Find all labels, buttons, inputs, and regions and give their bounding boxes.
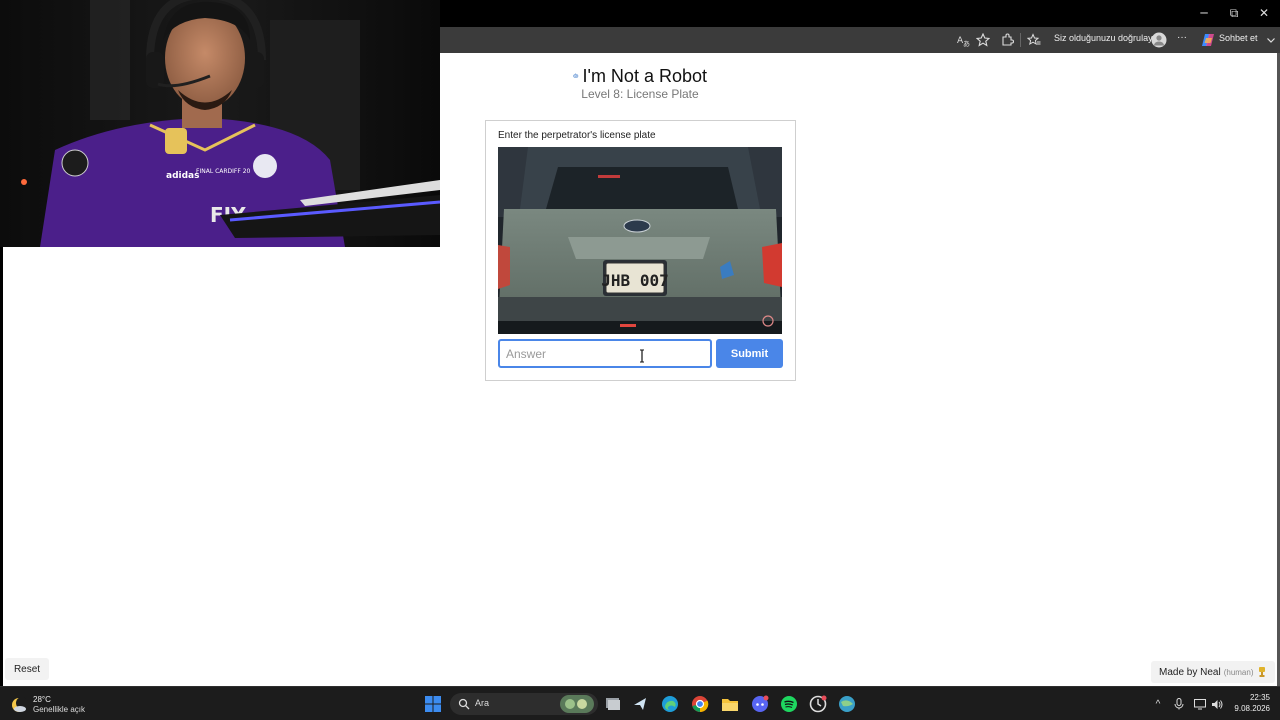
copilot-chat-button[interactable]: Sohbet et: [1219, 33, 1258, 43]
clock-date[interactable]: 9.08.2026: [1228, 704, 1270, 713]
captcha-prompt: Enter the perpetrator's license plate: [498, 130, 656, 141]
weather-temperature: 28°C: [33, 695, 51, 704]
steam-icon[interactable]: [631, 694, 651, 714]
taskbar: 28°C Genellikle açık Ara ^ 22:35 9.08.20…: [0, 686, 1280, 720]
trophy-icon: [1258, 667, 1265, 677]
webcam-overlay: adidas FINAL CARDIFF 20 FIY: [0, 0, 440, 247]
close-button[interactable]: ✕: [1254, 4, 1274, 22]
jersey-brand: adidas: [166, 171, 199, 181]
window-caption-bar: ─ ⧉ ✕: [440, 0, 1280, 27]
svg-text:あ: あ: [963, 40, 970, 47]
credit-author: Made by Neal: [1159, 666, 1221, 678]
windows-start-icon[interactable]: [423, 694, 443, 714]
spotify-icon[interactable]: [779, 694, 799, 714]
profile-avatar[interactable]: [1150, 31, 1168, 49]
answer-input[interactable]: [498, 339, 712, 368]
microphone-icon[interactable]: [1172, 697, 1186, 711]
star-icon[interactable]: [974, 31, 992, 49]
discord-icon[interactable]: [750, 694, 770, 714]
toolbar-separator: [1020, 33, 1021, 47]
search-placeholder: Ara: [475, 698, 490, 708]
tray-chevron-icon[interactable]: ^: [1151, 697, 1165, 711]
extensions-icon[interactable]: [998, 31, 1016, 49]
copilot-icon[interactable]: [1199, 31, 1217, 49]
favorites-icon[interactable]: [1025, 31, 1043, 49]
weather-widget[interactable]: 28°C Genellikle açık: [10, 693, 120, 717]
search-highlight-icon: [560, 695, 594, 713]
screen: ─ ⧉ ✕ Aあ Siz olduğunuzu doğrulayın ··· S…: [0, 0, 1280, 720]
submit-button[interactable]: Submit: [716, 339, 783, 368]
robot-icon: [573, 73, 579, 78]
jersey-patch-text: FINAL CARDIFF 20: [196, 168, 251, 175]
verify-identity-prompt[interactable]: Siz olduğunuzu doğrulayın: [1054, 33, 1160, 43]
chevron-down-icon[interactable]: [1262, 31, 1280, 49]
reset-button[interactable]: Reset: [5, 658, 49, 680]
translate-icon[interactable]: Aあ: [955, 31, 973, 49]
weather-moon-icon: [12, 697, 28, 712]
page-subtitle: Level 8: License Plate: [581, 87, 699, 101]
made-by-credit[interactable]: Made by Neal (human): [1151, 661, 1275, 683]
edge-icon[interactable]: [660, 694, 680, 714]
browser-toolbar: Aあ Siz olduğunuzu doğrulayın ··· Sohbet …: [440, 27, 1280, 53]
app-icon[interactable]: [808, 694, 828, 714]
display-icon[interactable]: [1193, 697, 1207, 711]
speaker-icon[interactable]: [1210, 697, 1224, 711]
license-plate-text: JHB 007: [601, 271, 668, 290]
taskbar-search-box[interactable]: Ara: [450, 693, 598, 715]
text-cursor-icon: [640, 349, 644, 363]
minimize-button[interactable]: ─: [1194, 4, 1214, 22]
clock-time[interactable]: 22:35: [1238, 693, 1270, 702]
chrome-icon[interactable]: [690, 694, 710, 714]
page-title: I'm Not a Robot: [573, 64, 707, 88]
file-explorer-icon[interactable]: [720, 694, 740, 714]
captcha-image: JHB 007: [498, 147, 782, 334]
network-app-icon[interactable]: [837, 694, 857, 714]
credit-tag: (human): [1223, 667, 1254, 677]
restore-button[interactable]: ⧉: [1224, 4, 1244, 22]
search-icon: [458, 698, 470, 710]
captcha-card: Enter the perpetrator's license plate JH…: [485, 120, 796, 381]
page-title-text: I'm Not a Robot: [582, 65, 708, 86]
more-icon[interactable]: ···: [1177, 32, 1187, 43]
weather-condition: Genellikle açık: [33, 705, 86, 714]
task-view-icon[interactable]: [603, 694, 623, 714]
